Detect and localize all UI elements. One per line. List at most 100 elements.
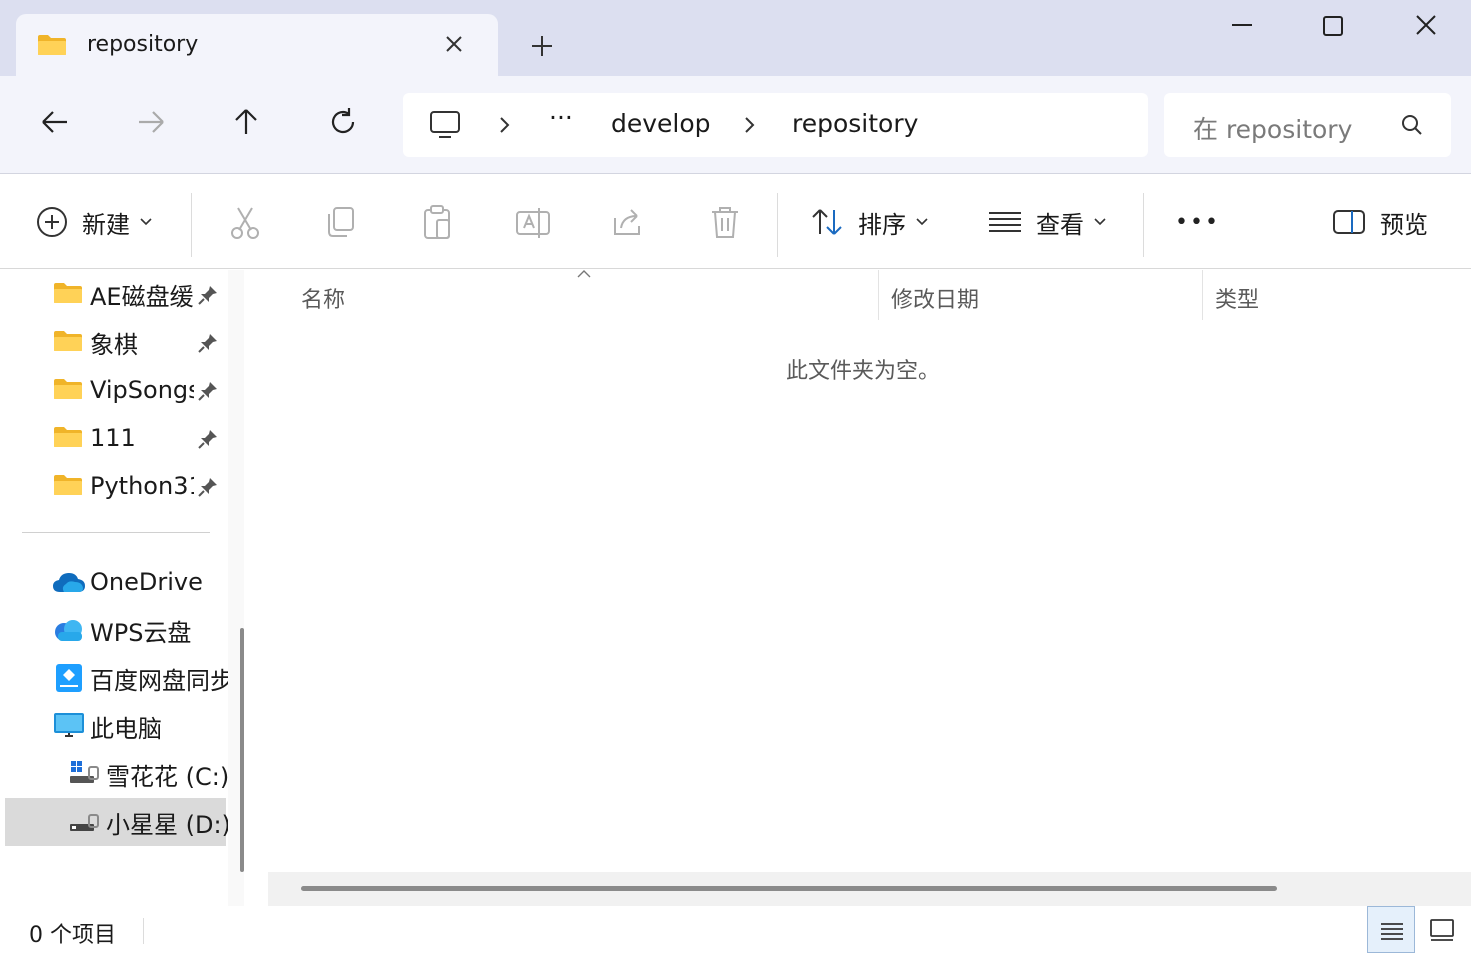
chevron-down-icon — [1094, 218, 1106, 226]
details-view-button[interactable] — [1367, 906, 1415, 953]
drive-d-icon — [70, 814, 99, 831]
tiles-view-icon — [1430, 919, 1454, 941]
up-icon[interactable] — [228, 104, 264, 140]
list-view-icon — [989, 212, 1021, 232]
minimize-icon[interactable] — [1222, 10, 1262, 44]
sidebar-item-pinned[interactable]: 象棋 — [0, 318, 226, 366]
sort-label: 排序 — [858, 210, 906, 239]
new-label: 新建 — [82, 210, 130, 239]
drive-c-icon — [70, 761, 99, 783]
navigation-bar: ··· develop repository 在 repository — [0, 76, 1471, 174]
empty-folder-message: 此文件夹为空。 — [786, 359, 941, 384]
new-tab-icon[interactable] — [528, 32, 556, 60]
sidebar-item-onedrive[interactable]: OneDrive — [0, 558, 226, 606]
chevron-right-icon[interactable] — [497, 115, 511, 135]
pin-icon[interactable] — [197, 476, 219, 498]
wps-cloud-icon — [55, 620, 82, 641]
sidebar-item-label: AE磁盘缓 — [90, 282, 194, 311]
sidebar-item-label: WPS云盘 — [90, 618, 192, 647]
sort-icon — [812, 209, 842, 235]
sidebar-item-pinned[interactable]: 111 — [0, 414, 226, 462]
chevron-down-icon — [140, 218, 152, 226]
column-divider[interactable] — [878, 270, 879, 320]
address-bar[interactable]: ··· develop repository — [403, 93, 1148, 157]
sidebar-item-label: 此电脑 — [90, 714, 162, 743]
paste-icon[interactable] — [419, 204, 455, 240]
item-count: 0 个项目 — [29, 923, 116, 948]
toolbar-divider — [777, 193, 778, 257]
status-divider — [143, 918, 144, 944]
sort-ascending-icon — [577, 270, 591, 278]
folder-icon — [54, 283, 82, 303]
address-ellipsis[interactable]: ··· — [549, 103, 573, 132]
command-bar: 新建 排序 查看 ••• 预览 — [0, 175, 1471, 269]
tiles-view-button[interactable] — [1418, 906, 1466, 953]
folder-icon — [54, 427, 82, 447]
add-circle-icon — [37, 207, 67, 237]
sidebar-item-this-pc[interactable]: 此电脑 — [0, 702, 226, 750]
sidebar-item-label: 百度网盘同步 — [90, 666, 234, 695]
content-scrollbar-thumb[interactable] — [301, 886, 1277, 891]
more-options-button[interactable]: ••• — [1175, 200, 1220, 244]
search-placeholder: 在 repository — [1193, 115, 1353, 144]
toolbar-divider — [191, 193, 192, 257]
preview-label: 预览 — [1380, 210, 1428, 239]
sidebar-item-wps-cloud[interactable]: WPS云盘 — [0, 606, 226, 654]
delete-icon[interactable] — [707, 204, 743, 240]
tab-repository[interactable]: repository — [16, 14, 498, 76]
baidu-netdisk-icon — [56, 664, 82, 692]
breadcrumb-develop[interactable]: develop — [611, 109, 711, 138]
preview-button[interactable]: 预览 — [1332, 200, 1428, 244]
search-input[interactable]: 在 repository — [1164, 93, 1451, 157]
copy-icon[interactable] — [323, 204, 359, 240]
chevron-down-icon — [916, 218, 928, 226]
file-list: 名称 修改日期 类型 此文件夹为空。 — [262, 270, 1471, 906]
refresh-icon[interactable] — [325, 104, 361, 140]
sidebar-item-label: OneDrive — [90, 568, 203, 596]
back-icon[interactable] — [37, 104, 73, 140]
sidebar-item-label: VipSongs — [90, 376, 194, 404]
sidebar-item-pinned[interactable]: Python31 — [0, 462, 226, 510]
column-divider[interactable] — [1202, 270, 1203, 320]
sidebar-item-label: 111 — [90, 424, 136, 452]
toolbar-divider — [1143, 193, 1144, 257]
sidebar-item-drive-c[interactable]: 雪花花 (C:) — [0, 750, 230, 798]
rename-icon[interactable] — [515, 204, 551, 240]
search-icon — [1402, 115, 1422, 135]
column-header-name[interactable]: 名称 — [301, 282, 345, 314]
sidebar-divider — [22, 532, 210, 533]
breadcrumb-repository[interactable]: repository — [792, 109, 918, 138]
forward-icon[interactable] — [133, 104, 169, 140]
chevron-right-icon[interactable] — [742, 115, 756, 135]
more-options-icon: ••• — [1175, 209, 1220, 235]
sidebar-item-drive-d[interactable]: 小星星 (D:) — [5, 798, 231, 846]
sidebar-item-label: 小星星 (D:) — [106, 810, 231, 839]
details-view-icon — [1381, 923, 1403, 940]
cut-icon[interactable] — [227, 204, 263, 240]
column-header-type[interactable]: 类型 — [1215, 282, 1259, 314]
view-label: 查看 — [1036, 210, 1084, 239]
close-tab-icon[interactable] — [440, 30, 468, 58]
folder-icon — [54, 475, 82, 495]
sidebar-item-label: Python31 — [90, 472, 194, 500]
sidebar-item-label: 象棋 — [90, 330, 138, 359]
sidebar-item-label: 雪花花 (C:) — [106, 762, 230, 791]
new-button[interactable]: 新建 — [36, 200, 152, 244]
close-window-icon[interactable] — [1406, 10, 1446, 44]
pin-icon[interactable] — [197, 332, 219, 354]
column-header-modified[interactable]: 修改日期 — [891, 282, 979, 314]
monitor-icon[interactable] — [429, 110, 461, 140]
share-icon[interactable] — [611, 204, 647, 240]
sidebar-scrollbar-thumb[interactable] — [240, 628, 244, 872]
pin-icon[interactable] — [197, 428, 219, 450]
folder-icon — [38, 35, 66, 55]
sidebar-item-pinned[interactable]: VipSongs — [0, 366, 226, 414]
maximize-icon[interactable] — [1313, 10, 1353, 44]
sidebar-item-pinned[interactable]: AE磁盘缓 — [0, 270, 226, 318]
pin-icon[interactable] — [197, 284, 219, 306]
view-button[interactable]: 查看 — [988, 200, 1106, 244]
sort-button[interactable]: 排序 — [810, 200, 928, 244]
pin-icon[interactable] — [197, 380, 219, 402]
sidebar-item-baidu-netdisk[interactable]: 百度网盘同步 — [0, 654, 234, 702]
tab-title: repository — [87, 32, 199, 57]
